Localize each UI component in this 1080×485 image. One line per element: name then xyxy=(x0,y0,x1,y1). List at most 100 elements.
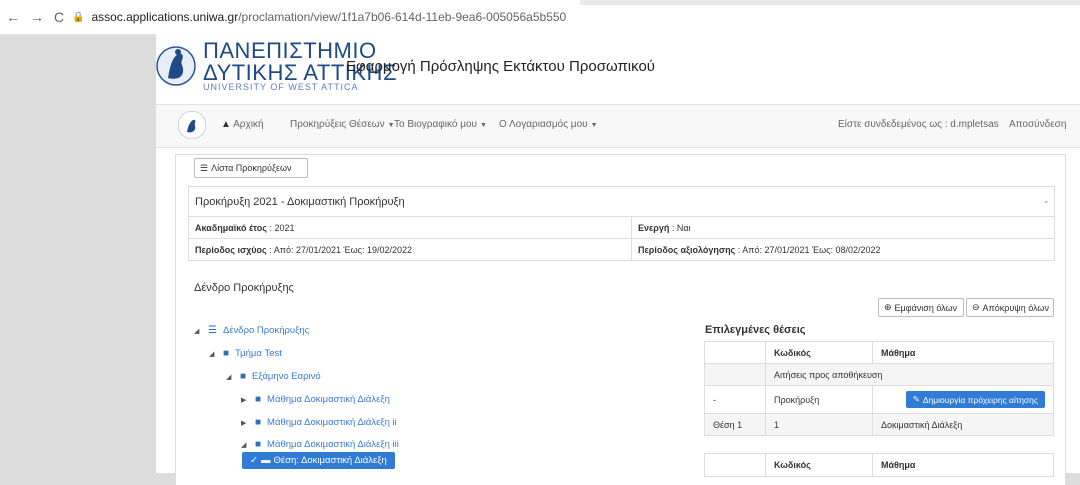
nav-proclamations-label: Προκηρύξεις Θέσεων xyxy=(290,119,385,130)
reload-icon[interactable]: C xyxy=(54,9,64,25)
nav-cv-label: Το Βιογραφικό μου xyxy=(394,119,477,130)
list-icon: ☰ xyxy=(200,162,209,173)
tree-node-selected-position[interactable]: ✓ ▬ Θέση: Δοκιμαστική Διάλεξη xyxy=(242,452,395,469)
table-cell xyxy=(704,363,766,386)
validity-cell: Περίοδος ισχύος : Από: 27/01/2021 Έως: 1… xyxy=(188,238,632,261)
url-path: /proclamation/view/1f1a7b06-614d-11eb-9e… xyxy=(238,10,567,24)
url-host: assoc.applications.uniwa.gr xyxy=(91,10,239,24)
evaluation-cell: Περίοδος αξιολόγησης : Από: 27/01/2021 Έ… xyxy=(631,238,1055,261)
tree-node-label: Τμήμα Test xyxy=(235,348,282,359)
list-icon: ☰ xyxy=(208,325,217,336)
nav-account-label: Ο Λογαριασμός μου xyxy=(499,119,588,130)
table-row: - Προκήρυξη ✎ Δημιουργία πρόχειρης αίτηση… xyxy=(704,385,1054,414)
selected-positions-heading: Επιλεγμένες θέσεις xyxy=(705,324,806,336)
table-cell: - xyxy=(704,385,766,414)
file-icon: ■ xyxy=(255,394,262,405)
tree-node-root[interactable]: ◢ ☰ Δένδρο Προκήρυξης xyxy=(194,325,309,336)
proclamation-panel: ☰ Λίστα Προκηρύξεων Προκήρυξη 2021 - Δοκι… xyxy=(175,154,1066,485)
table-header-row: Κωδικός Μάθημα xyxy=(704,453,1054,477)
collapse-toggle[interactable]: - xyxy=(1044,196,1048,208)
proclamation-title-row[interactable]: Προκήρυξη 2021 - Δοκιμαστική Προκήρυξη - xyxy=(188,186,1055,217)
hide-all-button[interactable]: ⊖ Απόκρυψη όλων xyxy=(966,298,1054,317)
tab-strip xyxy=(580,0,1080,5)
proclamation-list-label: Λίστα Προκηρύξεων xyxy=(211,163,292,173)
nav-cv[interactable]: Το Βιογραφικό μου ▼ xyxy=(394,119,487,130)
logged-in-user: Είστε συνδεδεμένος ως : d.mpletsas xyxy=(838,119,999,130)
logout-link[interactable]: Αποσύνδεση xyxy=(1009,119,1066,130)
site-header: ΠΑΝΕΠΙΣΤΗΜΙΟ ΔΥΤΙΚΗΣ ΑΤΤΙΚΗΣ UNIVERSITY … xyxy=(156,34,1080,102)
caret-down-icon: ▼ xyxy=(480,122,487,129)
expand-icon: ⊕ xyxy=(884,302,892,312)
nav-home-label: Αρχική xyxy=(233,119,264,130)
tree-node-course[interactable]: ▶ ■ Μάθημα Δοκιμαστική Διάλεξη xyxy=(241,394,390,405)
expanded-toggle-icon[interactable]: ◢ xyxy=(241,441,255,449)
collapsed-toggle-icon[interactable]: ▶ xyxy=(241,396,255,404)
col-course: Μάθημα xyxy=(872,453,1054,477)
tree-node-course[interactable]: ◢ ■ Μάθημα Δοκιμαστική Διάλεξη iii xyxy=(241,439,399,450)
nav-proclamations[interactable]: Προκηρύξεις Θέσεων ▼ xyxy=(290,119,395,130)
browser-toolbar: ← → C 🔒 assoc.applications.uniwa.gr/proc… xyxy=(0,0,1080,35)
university-logo-icon[interactable] xyxy=(156,40,196,92)
show-all-label: Εμφάνιση όλων xyxy=(894,302,958,313)
briefcase-icon: ▬ xyxy=(260,455,271,466)
home-icon: ▲ xyxy=(221,119,231,130)
proclamation-info-table: Προκήρυξη 2021 - Δοκιμαστική Προκήρυξη -… xyxy=(188,186,1055,261)
address-bar[interactable]: 🔒 assoc.applications.uniwa.gr/proclamati… xyxy=(72,8,1072,26)
nav-home[interactable]: ▲ Αρχική xyxy=(221,119,264,130)
proclamation-title-cell: Προκήρυξη 2021 - Δοκιμαστική Προκήρυξη - xyxy=(188,186,1055,217)
tree-node-department[interactable]: ◢ ■ Τμήμα Test xyxy=(209,348,282,359)
tree-node-label: Εξάμηνο Εαρινό xyxy=(252,371,321,382)
table-cell: Προκήρυξη xyxy=(765,385,873,414)
col-empty xyxy=(704,341,766,364)
tree-node-course[interactable]: ▶ ■ Μάθημα Δοκιμαστική Διάλεξη ii xyxy=(241,417,397,428)
proclamation-title: Προκήρυξη 2021 - Δοκιμαστική Προκήρυξη xyxy=(195,195,405,208)
tree-node-semester[interactable]: ◢ ■ Εξάμηνο Εαρινό xyxy=(226,371,321,382)
expanded-toggle-icon[interactable]: ◢ xyxy=(209,350,223,358)
tree-node-label: Δένδρο Προκήρυξης xyxy=(222,325,310,336)
forward-arrow-icon[interactable]: → xyxy=(30,9,44,25)
brand-icon[interactable] xyxy=(178,111,206,139)
page: ΠΑΝΕΠΙΣΤΗΜΙΟ ΔΥΤΙΚΗΣ ΑΤΤΙΚΗΣ UNIVERSITY … xyxy=(156,34,1080,485)
show-all-button[interactable]: ⊕ Εμφάνιση όλων xyxy=(878,298,964,317)
info-row: Ακαδημαϊκό έτος : 2021 Ενεργή : Ναι xyxy=(188,216,1055,239)
expanded-toggle-icon[interactable]: ◢ xyxy=(226,373,240,381)
col-code: Κωδικός xyxy=(765,453,873,477)
collapsed-toggle-icon[interactable]: ▶ xyxy=(241,419,255,427)
brand-emblem-icon xyxy=(187,119,196,133)
collapse-icon: ⊖ xyxy=(972,302,980,312)
browser-nav: ← → C xyxy=(6,9,64,25)
nav-account[interactable]: Ο Λογαριασμός μου ▼ xyxy=(499,119,598,130)
active-value: : Ναι xyxy=(671,222,691,233)
table-cell: Θέση 1 xyxy=(704,413,766,436)
hide-all-label: Απόκρυψη όλων xyxy=(982,302,1049,313)
selected-positions-table-2: Κωδικός Μάθημα xyxy=(704,453,1054,477)
academic-year-label: Ακαδημαϊκό έτος xyxy=(195,222,267,233)
validity-value: : Από: 27/01/2021 Έως: 19/02/2022 xyxy=(269,244,412,255)
info-row: Περίοδος ισχύος : Από: 27/01/2021 Έως: 1… xyxy=(188,238,1055,261)
selected-positions-table: Κωδικός Μάθημα Αιτήσεις προς αποθήκευση … xyxy=(704,341,1054,436)
table-header-row: Κωδικός Μάθημα xyxy=(704,341,1054,364)
active-cell: Ενεργή : Ναι xyxy=(631,216,1055,239)
file-icon: ■ xyxy=(240,371,247,382)
file-icon: ■ xyxy=(255,417,262,428)
tree-node-label: Θέση: Δοκιμαστική Διάλεξη xyxy=(273,455,387,466)
col-empty xyxy=(704,453,766,477)
tree-node-label: Μάθημα Δοκιμαστική Διάλεξη iii xyxy=(267,439,399,450)
evaluation-value: : Από: 27/01/2021 Έως: 08/02/2022 xyxy=(737,244,881,255)
saved-applications-cell: Αιτήσεις προς αποθήκευση xyxy=(765,363,1054,386)
back-arrow-icon[interactable]: ← xyxy=(6,9,20,25)
caret-down-icon: ▼ xyxy=(590,122,598,129)
lock-icon[interactable]: 🔒 xyxy=(72,12,84,23)
validity-label: Περίοδος ισχύος xyxy=(195,244,267,255)
col-code: Κωδικός xyxy=(765,341,873,364)
main-navbar: ▲ Αρχική Προκηρύξεις Θέσεων ▼ Το Βιογραφι… xyxy=(156,104,1080,148)
evaluation-label: Περίοδος αξιολόγησης xyxy=(638,244,736,255)
app-title: Εφαρμογή Πρόσληψης Εκτάκτου Προσωπικού xyxy=(346,58,655,75)
university-name-english: UNIVERSITY OF WEST ATTICA xyxy=(203,82,359,92)
expanded-toggle-icon[interactable]: ◢ xyxy=(194,327,208,335)
tree-heading: Δένδρο Προκήρυξης xyxy=(194,282,294,294)
create-draft-application-button[interactable]: ✎ Δημιουργία πρόχειρης αίτησης xyxy=(905,391,1045,408)
proclamation-list-button[interactable]: ☰ Λίστα Προκηρύξεων xyxy=(194,158,308,178)
document-edit-icon: ✎ xyxy=(912,394,920,404)
tree-node-label: Μάθημα Δοκιμαστική Διάλεξη xyxy=(267,394,390,405)
